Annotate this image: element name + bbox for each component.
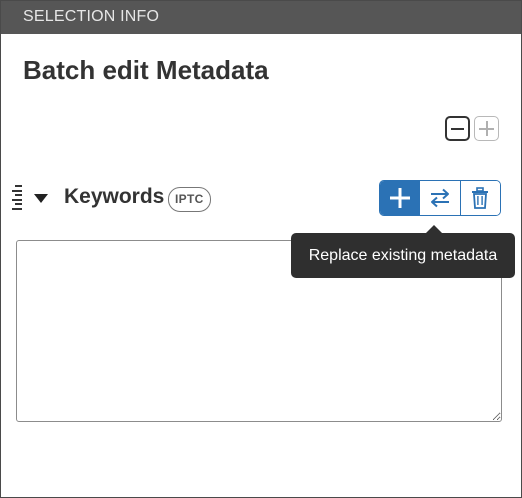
tooltip-arrow <box>426 225 442 233</box>
collapse-controls <box>445 116 499 141</box>
caret-down-icon[interactable] <box>34 194 48 203</box>
swap-arrows-icon <box>430 188 449 208</box>
add-metadata-button[interactable] <box>380 181 421 215</box>
minus-icon <box>451 127 464 130</box>
remove-metadata-button[interactable] <box>460 181 500 215</box>
field-label: Keywords <box>64 185 165 208</box>
iptc-badge: IPTC <box>168 187 211 212</box>
edit-mode-group <box>379 180 501 216</box>
collapse-all-button[interactable] <box>445 116 470 141</box>
expand-all-button[interactable] <box>474 116 499 141</box>
plus-icon <box>389 188 410 208</box>
drag-handle-icon[interactable] <box>12 185 22 213</box>
tooltip: Replace existing metadata <box>291 233 515 278</box>
trash-icon <box>472 187 489 209</box>
selection-info-panel: SELECTION INFO Batch edit Metadata Keywo… <box>0 0 522 498</box>
panel-header: SELECTION INFO <box>1 1 521 34</box>
replace-metadata-button[interactable] <box>420 181 461 215</box>
page-title: Batch edit Metadata <box>23 55 269 85</box>
